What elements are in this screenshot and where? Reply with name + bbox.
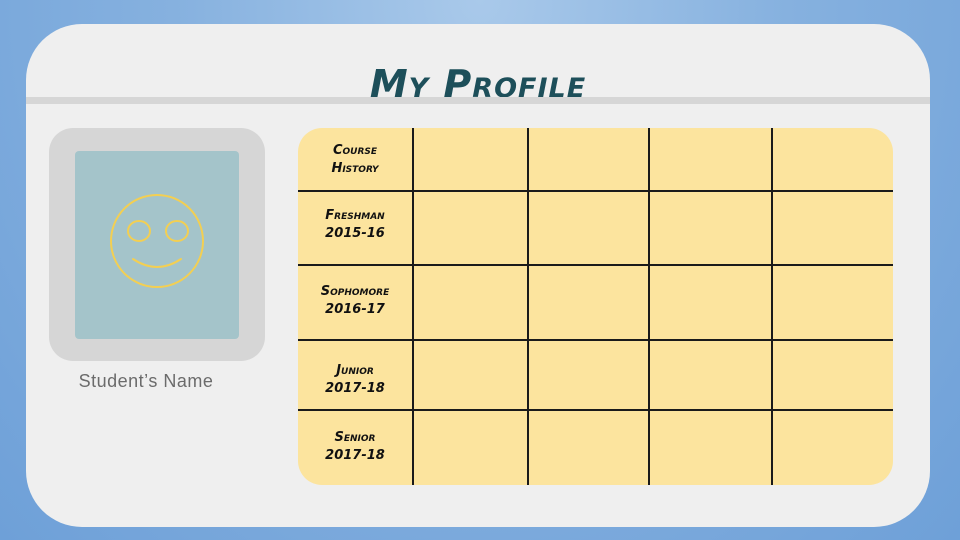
- smiley-face-icon: [110, 194, 204, 288]
- row-label-line: Sophomore: [320, 284, 390, 299]
- row-label-line: Freshman: [325, 208, 385, 223]
- row-label-course-history: Course History: [298, 142, 412, 178]
- row-label-line: 2017-18: [325, 381, 385, 396]
- student-name[interactable]: Student’s Name: [49, 371, 243, 392]
- row-divider: [298, 409, 893, 411]
- photo-frame[interactable]: [49, 128, 265, 361]
- row-label-line: 2017-18: [325, 448, 385, 463]
- row-label-line: 2015-16: [325, 226, 385, 241]
- row-label-line: 2016-17: [325, 302, 385, 317]
- avatar[interactable]: [75, 151, 239, 339]
- row-divider: [298, 264, 893, 266]
- row-label-senior: Senior 2017-18: [298, 429, 412, 465]
- row-divider: [298, 190, 893, 192]
- row-label-sophomore: Sophomore 2016-17: [298, 283, 412, 319]
- course-history-table: Course History Freshman 2015-16 Sophomor…: [298, 128, 893, 485]
- column-divider: [412, 128, 414, 485]
- column-divider: [771, 128, 773, 485]
- row-label-line: History: [331, 161, 379, 176]
- title-divider: [26, 97, 930, 104]
- row-label-line: Junior: [336, 363, 374, 378]
- column-divider: [648, 128, 650, 485]
- row-label-junior: Junior 2017-18: [298, 362, 412, 398]
- profile-card: My Profile Student’s Name Course History…: [26, 24, 930, 527]
- column-divider: [527, 128, 529, 485]
- row-divider: [298, 339, 893, 341]
- row-label-freshman: Freshman 2015-16: [298, 207, 412, 243]
- row-label-line: Course: [332, 143, 378, 158]
- row-label-line: Senior: [334, 430, 376, 445]
